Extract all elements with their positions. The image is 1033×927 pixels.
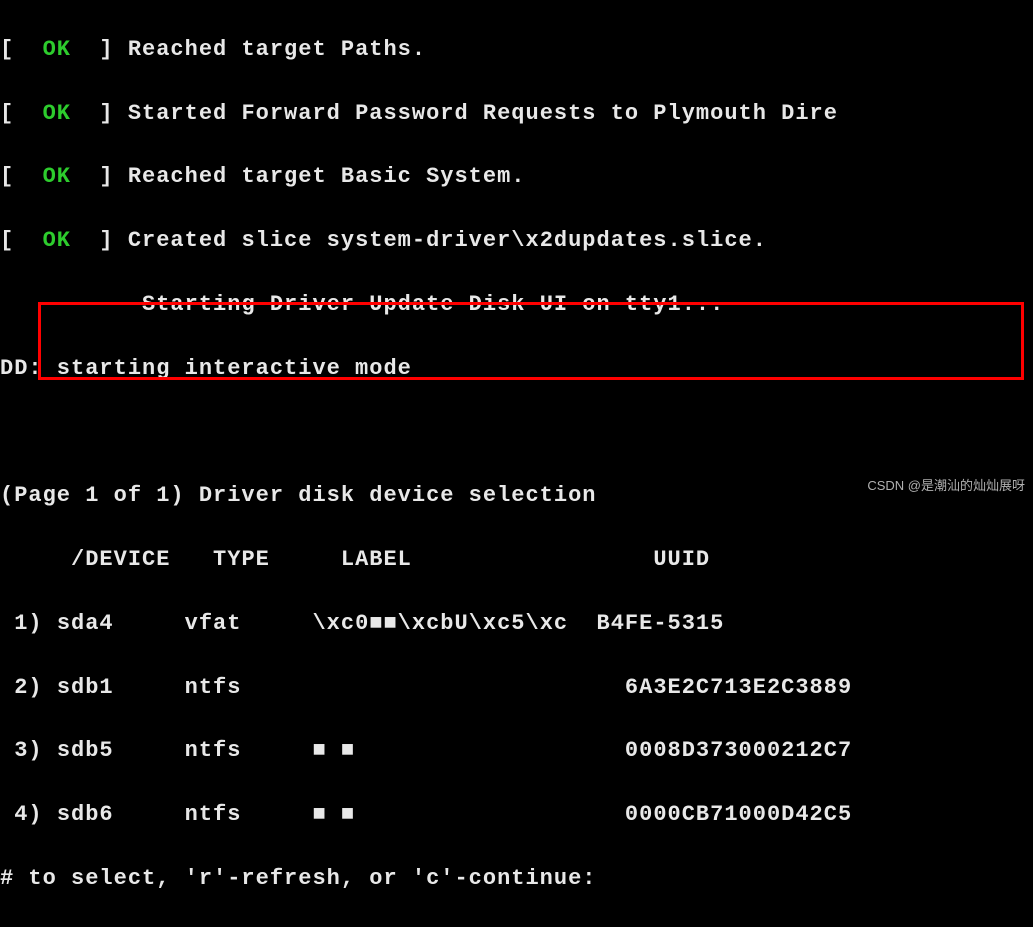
- boot-line: [ OK ] Created slice system-driver\x2dup…: [0, 225, 1033, 257]
- device-row[interactable]: 4) sdb6 ntfs ■ ■ 0000CB71000D42C5: [0, 799, 1033, 831]
- row-uuid: B4FE-5315: [597, 611, 725, 636]
- row-type: ntfs: [185, 802, 242, 827]
- col-type: TYPE: [213, 547, 270, 572]
- dd-mode: DD: starting interactive mode: [0, 353, 1033, 385]
- row-label: ■ ■: [312, 738, 355, 763]
- row-num: 2): [14, 675, 42, 700]
- bracket: [: [0, 228, 43, 253]
- row-num: 3): [14, 738, 42, 763]
- row-num: 1): [14, 611, 42, 636]
- bracket: [: [0, 37, 43, 62]
- blank-line: [0, 417, 1033, 449]
- boot-msg: Reached target Paths.: [128, 37, 426, 62]
- status-ok: OK: [43, 164, 71, 189]
- col-device: /DEVICE: [71, 547, 170, 572]
- boot-msg: Created slice system-driver\x2dupdates.s…: [128, 228, 767, 253]
- row-type: vfat: [185, 611, 242, 636]
- device-row[interactable]: 2) sdb1 ntfs 6A3E2C713E2C3889: [0, 672, 1033, 704]
- terminal-output: [ OK ] Reached target Paths. [ OK ] Star…: [0, 0, 1033, 927]
- watermark: CSDN @是潮汕的灿灿展呀: [867, 477, 1025, 496]
- row-uuid: 6A3E2C713E2C3889: [625, 675, 852, 700]
- row-device: sdb5: [57, 738, 114, 763]
- status-ok: OK: [43, 37, 71, 62]
- row-uuid: 0008D373000212C7: [625, 738, 852, 763]
- bracket: [: [0, 164, 43, 189]
- row-device: sdb6: [57, 802, 114, 827]
- bracket: ]: [71, 228, 128, 253]
- row-uuid: 0000CB71000D42C5: [625, 802, 852, 827]
- selection-header: /DEVICE TYPE LABEL UUID: [0, 544, 1033, 576]
- boot-line: [ OK ] Started Forward Password Requests…: [0, 98, 1033, 130]
- row-label: \xc0■■\xcbU\xc5\xc: [312, 611, 568, 636]
- boot-line: [ OK ] Reached target Paths.: [0, 34, 1033, 66]
- col-uuid: UUID: [653, 547, 710, 572]
- device-row[interactable]: 3) sdb5 ntfs ■ ■ 0008D373000212C7: [0, 735, 1033, 767]
- col-label: LABEL: [341, 547, 412, 572]
- bracket: ]: [71, 164, 128, 189]
- row-device: sda4: [57, 611, 114, 636]
- status-ok: OK: [43, 101, 71, 126]
- bracket: [: [0, 101, 43, 126]
- row-num: 4): [14, 802, 42, 827]
- boot-line: [ OK ] Reached target Basic System.: [0, 161, 1033, 193]
- boot-msg: Started Forward Password Requests to Ply…: [128, 101, 838, 126]
- bracket: ]: [71, 37, 128, 62]
- boot-msg: Reached target Basic System.: [128, 164, 526, 189]
- row-type: ntfs: [185, 738, 242, 763]
- row-type: ntfs: [185, 675, 242, 700]
- row-device: sdb1: [57, 675, 114, 700]
- row-label: ■ ■: [312, 802, 355, 827]
- bracket: ]: [71, 101, 128, 126]
- device-row[interactable]: 1) sda4 vfat \xc0■■\xcbU\xc5\xc B4FE-531…: [0, 608, 1033, 640]
- boot-starting: Starting Driver Update Disk UI on tty1..…: [0, 289, 1033, 321]
- starting-text: Starting Driver Update Disk UI on tty1..…: [142, 292, 724, 317]
- status-ok: OK: [43, 228, 71, 253]
- selection-prompt[interactable]: # to select, 'r'-refresh, or 'c'-continu…: [0, 863, 1033, 895]
